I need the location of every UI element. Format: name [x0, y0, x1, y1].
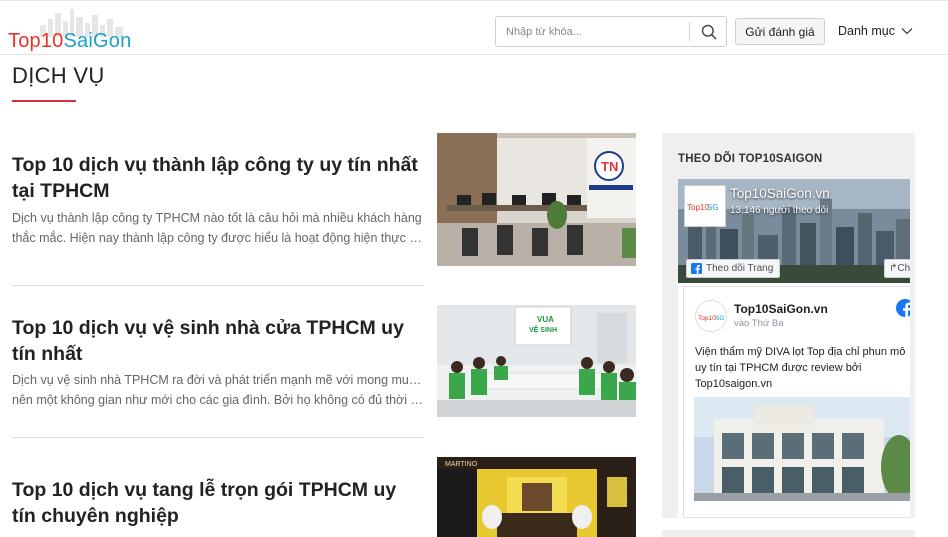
page-title-underline	[12, 100, 76, 102]
sidebar: THEO DÕI TOP10SAIGON Top10 SG Top10SaiGo…	[662, 133, 915, 518]
svg-text:VỆ SINH: VỆ SINH	[529, 325, 557, 334]
facebook-post-image[interactable]	[694, 397, 910, 501]
avatar[interactable]: Top10 SG	[695, 300, 727, 332]
facebook-page-thumbnail[interactable]: Top10 SG	[684, 185, 726, 227]
share-icon: ↱	[889, 263, 898, 274]
logo-text-part1: Top10	[8, 30, 64, 52]
submit-review-button[interactable]: Gửi đánh giá	[735, 18, 825, 45]
svg-text:Top10: Top10	[698, 315, 716, 322]
article-thumbnail[interactable]: TN	[437, 133, 636, 266]
svg-text:SG: SG	[707, 203, 719, 212]
facebook-cover[interactable]: Top10 SG Top10SaiGon.vn 13.146 người the…	[678, 179, 910, 283]
facebook-share-label: Ch	[897, 263, 910, 274]
facebook-post-author[interactable]: Top10SaiGon.vn	[734, 302, 828, 316]
cleaning-team-photo: VUA VỆ SINH	[437, 305, 636, 417]
logo-text: Top10SaiGon	[8, 30, 131, 53]
page-title: DỊCH VỤ	[12, 63, 105, 88]
article-thumbnail[interactable]: MARTINO	[437, 457, 636, 537]
article-excerpt-line: Dịch vụ thành lập công ty TPHCM nào tốt …	[12, 211, 422, 225]
article-item: Top 10 dịch vụ tang lễ trọn gói TPHCM uy…	[12, 457, 636, 537]
facebook-post-time[interactable]: vào Thứ Ba	[734, 318, 784, 329]
funeral-service-photo: MARTINO	[437, 457, 636, 537]
chevron-down-icon	[901, 28, 913, 35]
article-excerpt: Dịch vụ thành lập công ty TPHCM nào tốt …	[12, 208, 424, 248]
facebook-post: Top10 SG Top10SaiGon.vn vào Thứ Ba Viện …	[683, 286, 910, 518]
page-logo-thumbnail: Top10 SG	[685, 186, 725, 226]
facebook-follow-label: Theo dõi Trang	[706, 263, 774, 274]
article-title[interactable]: Top 10 dịch vụ tang lễ trọn gói TPHCM uy…	[12, 477, 422, 529]
article-excerpt-line: nên một không gian như mới cho các gia đ…	[12, 393, 424, 407]
svg-text:Top10: Top10	[687, 203, 709, 212]
svg-text:VUA: VUA	[537, 315, 554, 324]
article-separator	[12, 437, 424, 438]
article-separator	[12, 285, 424, 286]
search-button[interactable]	[692, 17, 726, 46]
facebook-page-widget: Top10 SG Top10SaiGon.vn 13.146 người the…	[678, 179, 910, 518]
article-excerpt-line: thắc mắc. Hiện nay thành lập công ty đượ…	[12, 231, 424, 245]
post-author-avatar: Top10 SG	[696, 301, 726, 331]
building-photo	[694, 397, 910, 501]
article-title[interactable]: Top 10 dịch vụ thành lập công ty uy tín …	[12, 152, 422, 204]
category-menu-label: Danh mục	[838, 24, 895, 38]
facebook-post-text-line: uy tín tại TPHCM được review bởi	[695, 362, 862, 374]
search-box	[495, 16, 727, 47]
search-divider	[689, 22, 690, 41]
sidebar-secondary-block	[662, 530, 915, 537]
article-excerpt: Dịch vụ vệ sinh nhà TPHCM ra đời và phát…	[12, 370, 424, 410]
svg-text:MARTINO: MARTINO	[445, 461, 478, 468]
article-item: Top 10 dịch vụ thành lập công ty uy tín …	[12, 133, 636, 266]
site-logo[interactable]: Top10SaiGon	[8, 9, 148, 57]
site-header: Top10SaiGon Gửi đánh giá Danh mục	[0, 3, 948, 55]
search-icon	[701, 24, 717, 39]
article-title[interactable]: Top 10 dịch vụ vệ sinh nhà cửa TPHCM uy …	[12, 315, 422, 367]
facebook-icon	[691, 263, 702, 274]
facebook-post-text: Viện thẩm mỹ DIVA lọt Top địa chỉ phun m…	[695, 344, 910, 392]
article-thumbnail[interactable]: VUA VỆ SINH	[437, 305, 636, 417]
search-input[interactable]	[496, 17, 688, 46]
svg-text:TN: TN	[601, 159, 618, 174]
facebook-post-text-line: Viện thẩm mỹ DIVA lọt Top địa chỉ phun m…	[695, 346, 906, 358]
article-item: Top 10 dịch vụ vệ sinh nhà cửa TPHCM uy …	[12, 305, 636, 417]
office-photo: TN	[437, 133, 636, 266]
facebook-follow-button[interactable]: Theo dõi Trang	[686, 259, 780, 278]
facebook-follower-count: 13.146 người theo dõi	[730, 205, 829, 216]
svg-text:SG: SG	[715, 315, 724, 322]
sidebar-title: THEO DÕI TOP10SAIGON	[678, 153, 823, 165]
facebook-page-name[interactable]: Top10SaiGon.vn	[730, 186, 830, 201]
facebook-icon	[896, 299, 910, 317]
logo-text-part2: SaiGon	[63, 30, 132, 52]
category-menu-button[interactable]: Danh mục	[838, 21, 913, 41]
facebook-post-text-line[interactable]: Top10saigon.vn	[695, 376, 910, 392]
facebook-share-button[interactable]: ↱ Ch	[884, 259, 910, 278]
article-excerpt-line: Dịch vụ vệ sinh nhà TPHCM ra đời và phát…	[12, 373, 424, 387]
